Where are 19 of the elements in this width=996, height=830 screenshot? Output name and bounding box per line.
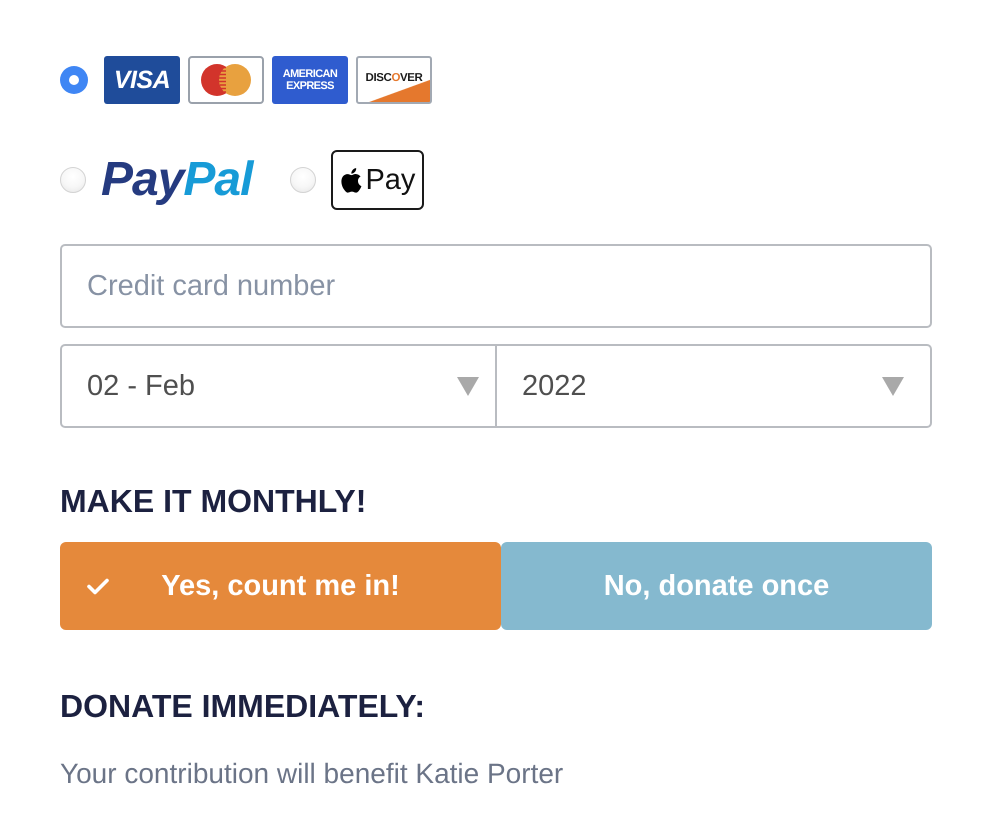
check-icon xyxy=(87,578,109,594)
year-select[interactable]: 2022 xyxy=(497,344,932,428)
radio-button[interactable] xyxy=(60,66,88,94)
section-heading: MAKE IT MONTHLY! xyxy=(60,483,368,520)
apple-icon xyxy=(340,168,362,192)
card-number-field[interactable]: Credit card number xyxy=(60,244,932,328)
visa-logo: VISA xyxy=(104,56,180,104)
caret-icon xyxy=(882,376,904,396)
section-heading: DONATE IMMEDIATELY: xyxy=(60,688,426,725)
amex-logo: AMERICAN EXPRESS xyxy=(272,56,348,104)
discover-logo: DISCOVER xyxy=(356,56,432,104)
overlapping-circles-icon xyxy=(188,56,264,104)
paypal-logo: PayPal xyxy=(101,152,252,208)
beneficiary-note: Your contribution will benefit Katie Porter xyxy=(60,757,564,791)
caret-icon xyxy=(457,376,479,396)
month-select[interactable]: 02 - Feb xyxy=(60,344,497,428)
logo-text: Pay xyxy=(365,164,416,196)
radio-button[interactable] xyxy=(290,167,316,193)
radio-button[interactable] xyxy=(60,167,86,193)
